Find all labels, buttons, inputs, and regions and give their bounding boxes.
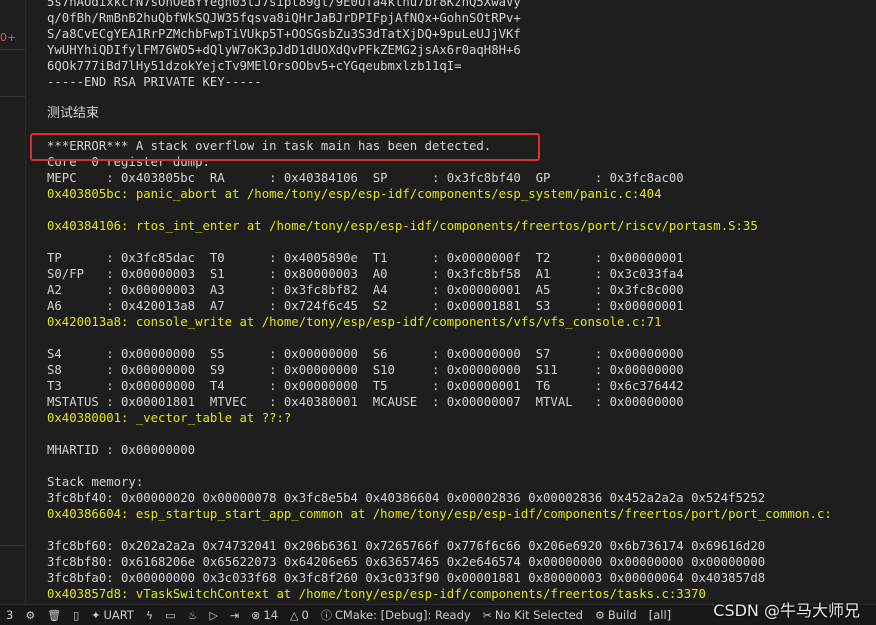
status-item-flame[interactable]: ♨ (182, 609, 204, 622)
status-item-terminal[interactable]: ▷ (203, 609, 223, 622)
terminal-line: T3 : 0x00000000 T4 : 0x00000000 T5 : 0x0… (47, 379, 684, 393)
terminal-line: 6QOk777iBd7lHy51dzokYejcTv9MElOrsOObv5+c… (47, 59, 462, 73)
gutter-divider (0, 49, 25, 50)
terminal-line: A2 : 0x00000003 A3 : 0x3fc8bf82 A4 : 0x0… (47, 283, 684, 297)
status-item-file[interactable]: ▯ (67, 609, 85, 622)
status-item-star[interactable]: ✦ UART (85, 608, 140, 622)
terminal-line: 0x40384106: rtos_int_enter at /home/tony… (47, 219, 758, 233)
terminal-line: S4 : 0x00000000 S5 : 0x00000000 S6 : 0x0… (47, 347, 684, 361)
trash-icon: 🗑 (47, 608, 62, 622)
terminal-line: 0x40386604: esp_startup_start_app_common… (47, 507, 832, 521)
status-item-info[interactable]: ⓘ CMake: [Debug]: Ready (315, 607, 477, 623)
terminal-line: S8 : 0x00000000 S9 : 0x00000000 S10 : 0x… (47, 363, 684, 377)
status-item-warning[interactable]: △ 0 (284, 608, 315, 622)
info-icon: ⓘ (320, 609, 332, 622)
status-item-trash[interactable]: 🗑 (41, 609, 67, 622)
error-icon: ⊗ (251, 608, 261, 622)
star-icon: ✦ (91, 608, 101, 622)
status-item-label: [all] (648, 608, 672, 622)
build-icon: ⚙ (594, 608, 605, 622)
warning-icon: △ (290, 608, 299, 622)
terminal-line: MSTATUS : 0x00001801 MTVEC : 0x40380001 … (47, 395, 684, 409)
status-item-build[interactable]: ⚙ Build (589, 608, 643, 622)
terminal-line: YwUHYhiQDIfylFM76WO5+dQlyW7oK3pJdD1dUOXd… (47, 43, 521, 57)
kit-icon: ✂ (482, 608, 492, 622)
gutter-marker: 0+ (0, 31, 17, 44)
status-leading: 3 (6, 608, 14, 622)
terminal-line: -----END RSA PRIVATE KEY----- (47, 75, 262, 89)
flash-icon: ϟ (145, 608, 154, 622)
terminal-line: 3fc8bf80: 0x6168206e 0x65622073 0x64206e… (47, 555, 766, 569)
terminal-line: 测试结束 (47, 106, 100, 121)
status-item-target[interactable]: [all] (643, 608, 677, 622)
terminal-line: TP : 0x3fc85dac T0 : 0x4005890e T1 : 0x0… (47, 251, 684, 265)
gear-icon: ⚙ (25, 608, 36, 622)
watermark: CSDN @牛马大师兄 (713, 601, 860, 620)
status-item-kit[interactable]: ✂ No Kit Selected (477, 608, 589, 622)
status-item-error[interactable]: ⊗ 14 (245, 608, 284, 622)
gutter-divider (0, 545, 25, 546)
terminal-icon: ▷ (209, 608, 218, 622)
terminal-line: 3fc8bf40: 0x00000020 0x00000078 0x3fc8e5… (47, 491, 766, 505)
status-item-export[interactable]: ⇥ (224, 609, 245, 622)
terminal-output[interactable]: 5s7hAUdixkcrN7sOhOeBYYegn03tJ7sipt89gl/9… (47, 0, 876, 605)
terminal-line: 0x40380001: _vector_table at ??:? (47, 411, 292, 425)
terminal-line: 3fc8bf60: 0x202a2a2a 0x74732041 0x206b63… (47, 539, 766, 553)
terminal-line: 3fc8bfa0: 0x00000000 0x3c033f68 0x3fc8f2… (47, 571, 766, 585)
monitor-icon: ▭ (165, 608, 176, 622)
error-highlight-box (30, 133, 540, 161)
terminal-line: MHARTID : 0x00000000 (47, 443, 196, 457)
terminal-line: Stack memory: (47, 475, 144, 489)
terminal-line: 5s7hAUdixkcrN7sOhOeBYYegn03tJ7sipt89gl/9… (47, 0, 521, 9)
terminal-line: 0x403805bc: panic_abort at /home/tony/es… (47, 187, 662, 201)
status-item-monitor[interactable]: ▭ (159, 609, 181, 622)
status-item-label: 14 (263, 608, 279, 622)
status-item-gear[interactable]: ⚙ (19, 609, 41, 622)
terminal-line: A6 : 0x420013a8 A7 : 0x724f6c45 S2 : 0x0… (47, 299, 684, 313)
status-item-label: UART (103, 608, 134, 622)
status-item-label: No Kit Selected (494, 608, 583, 622)
flame-icon: ♨ (187, 608, 198, 622)
export-icon: ⇥ (229, 608, 240, 622)
status-item-label: CMake: [Debug]: Ready (334, 608, 471, 622)
terminal-line: MEPC : 0x403805bc RA : 0x40384106 SP : 0… (47, 171, 684, 185)
terminal-line: S0/FP : 0x00000003 S1 : 0x80000003 A0 : … (47, 267, 684, 281)
terminal-line: 0x420013a8: console_write at /home/tony/… (47, 315, 662, 329)
terminal-line: q/0fBh/RmBnB2huQbfWkSQJW35fqsva8iQHrJaBJ… (47, 11, 521, 25)
status-item-flash[interactable]: ϟ (140, 609, 159, 622)
gutter-divider (0, 96, 25, 97)
status-item-label: Build (607, 608, 637, 622)
file-icon: ▯ (73, 608, 80, 622)
status-item-label: 0 (301, 608, 309, 622)
editor-gutter: 0+ (0, 0, 26, 605)
terminal-line: S/a8CvECgYEA1RrPZMchbFwpTiVUkp5T+OOSGsbZ… (47, 27, 521, 41)
